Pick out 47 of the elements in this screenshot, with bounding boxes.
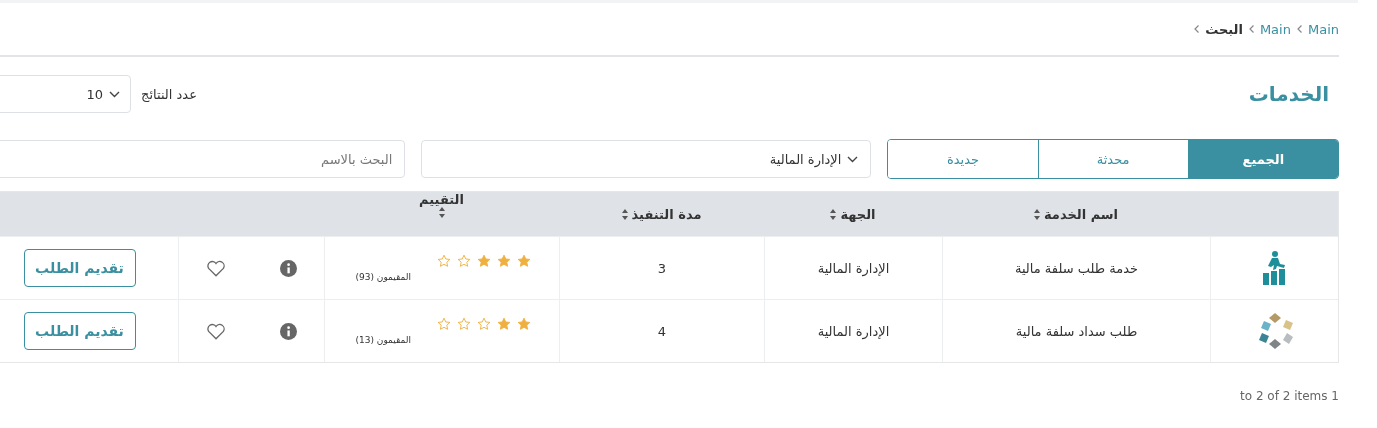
filled-star-icon [517, 254, 531, 268]
breadcrumb-chevron-icon [1296, 25, 1302, 33]
empty-star-icon [437, 317, 451, 331]
filled-star-icon [497, 254, 511, 268]
search-field[interactable]: البحث بالاسم [0, 140, 406, 178]
filled-star-icon [517, 317, 531, 331]
empty-star-icon [437, 254, 451, 268]
pager-summary: to 2 of 2 items 1 [1240, 389, 1339, 403]
filter-tab[interactable]: الجميع [1187, 140, 1338, 178]
table-cell: 3 [657, 260, 667, 276]
column-header[interactable]: الجهة [840, 206, 876, 222]
page-size-label: عدد النتائج [141, 86, 197, 102]
raters-count: المقيمون (93) [355, 272, 411, 282]
sort-icon[interactable] [438, 207, 445, 218]
breadcrumb-link[interactable]: Main [1259, 21, 1291, 37]
submit-request-button[interactable]: تقديم الطلب [23, 249, 136, 287]
heart-icon[interactable] [206, 259, 226, 277]
column-header[interactable]: اسم الخدمة [1043, 206, 1119, 222]
table-cell: طلب سداد سلفة مالية [1015, 323, 1138, 339]
filled-star-icon [477, 254, 491, 268]
chevron-down-icon [847, 155, 859, 163]
info-icon[interactable] [280, 259, 297, 277]
sort-icon[interactable] [1033, 208, 1040, 220]
table-cell: خدمة طلب سلفة مالية [1014, 260, 1139, 276]
chevron-down-icon [109, 90, 120, 98]
table-cell: 4 [657, 323, 667, 339]
raters-count: المقيمون (13) [355, 335, 411, 345]
column-header[interactable]: التقييم [419, 192, 464, 207]
empty-star-icon [477, 317, 491, 331]
sort-icon[interactable] [621, 208, 628, 220]
department-select[interactable]: الإدارة المالية [421, 140, 872, 178]
breadcrumb-link[interactable]: Main [1307, 21, 1339, 37]
heart-icon[interactable] [206, 322, 226, 340]
page-title: الخدمات [1248, 82, 1329, 106]
breadcrumb-chevron-icon [1248, 25, 1254, 33]
submit-request-button[interactable]: تقديم الطلب [23, 312, 136, 350]
info-icon[interactable] [280, 322, 297, 340]
empty-star-icon [457, 317, 471, 331]
breadcrumb-link[interactable]: البحث [1205, 21, 1243, 37]
table-cell: الإدارة المالية [817, 260, 890, 276]
breadcrumb-chevron-icon [1194, 25, 1200, 33]
page-size-select[interactable]: 10 [0, 75, 131, 113]
empty-star-icon [457, 254, 471, 268]
column-header[interactable]: مدة التنفيذ [631, 206, 702, 222]
filled-star-icon [497, 317, 511, 331]
table-cell: الإدارة المالية [817, 323, 890, 339]
sort-icon[interactable] [830, 208, 837, 220]
